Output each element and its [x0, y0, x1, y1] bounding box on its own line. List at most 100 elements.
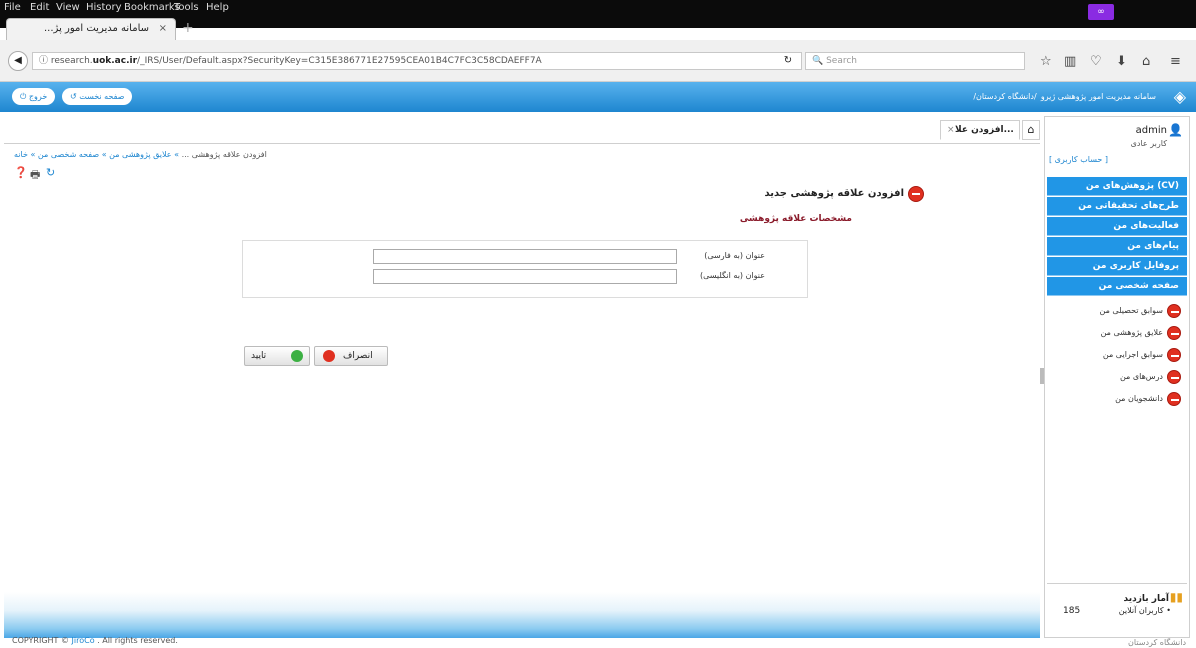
library-icon[interactable]: ▥ [1064, 54, 1076, 69]
app-title-text: سامانه مدیریت امور پژوهشی ژیرو [1040, 92, 1156, 101]
sidebar: 👤 admin کاربر عادی [ حساب کاربری ] پژوهش… [1044, 116, 1190, 638]
user-role: کاربر عادی [1130, 139, 1167, 148]
sidebar-item-projects[interactable]: طرح‌های تحقیقاتی من [1047, 197, 1187, 216]
copyright: COPYRIGHT © JiroCo . All rights reserved… [12, 636, 178, 645]
star-icon[interactable]: ☆ [1040, 54, 1052, 69]
url-domain: uok.ac.ir [92, 56, 138, 66]
menu-view[interactable]: View [56, 2, 80, 13]
online-users-count: 185 [1063, 606, 1081, 616]
online-users-label: کاربران آنلاین • [1118, 606, 1171, 615]
remove-circle-icon [1167, 370, 1181, 384]
university-name: دانشگاه کردستان [1128, 638, 1186, 647]
home-label: صفحه نخست [79, 92, 125, 101]
title-fa-label: عنوان (به فارسی) [704, 251, 765, 260]
cancel-icon [323, 350, 335, 362]
breadcrumb-link-interests[interactable]: علایق پژوهشی من [109, 150, 171, 159]
browser-search-input[interactable]: 🔍 Search [805, 52, 1025, 70]
cancel-button[interactable]: انصراف [314, 346, 388, 366]
submenu-interests[interactable]: علایق پژوهشی من [1049, 323, 1185, 343]
confirm-label: تایید [251, 351, 267, 361]
check-icon [291, 350, 303, 362]
submenu-students[interactable]: دانشجویان من [1049, 389, 1185, 409]
home-tab-icon[interactable]: ⌂ [1022, 120, 1040, 140]
menu-bookmarks[interactable]: Bookmarks [124, 2, 180, 13]
profile-badge[interactable]: ∞ [1088, 4, 1114, 20]
copyright-text: COPYRIGHT © [12, 636, 72, 645]
submenu-courses[interactable]: درس‌های من [1049, 367, 1185, 387]
user-icon: 👤 [1168, 123, 1183, 137]
print-icon[interactable]: 🖶 [30, 166, 40, 185]
sidebar-item-personal-page[interactable]: صفحه شخصی من [1047, 277, 1187, 296]
breadcrumb: افزودن علاقه پژوهشی ... » علایق پژوهشی م… [14, 150, 267, 159]
home-icon[interactable]: ⌂ [1142, 54, 1150, 69]
home-page-button[interactable]: ↺ صفحه نخست [62, 88, 133, 105]
tab-close-icon[interactable]: × [159, 19, 167, 39]
breadcrumb-separator: » [101, 150, 107, 159]
url-prefix: research. [50, 56, 93, 66]
sidebar-item-profile[interactable]: پروفایل کاربری من [1047, 257, 1187, 276]
tab-add-interest-label: افزودن علا... [955, 125, 1014, 135]
menu-edit[interactable]: Edit [30, 2, 49, 13]
submenu-students-label: دانشجویان من [1115, 394, 1163, 403]
url-path: /_IRS/User/Default.aspx?SecurityKey=C315… [137, 56, 542, 66]
app-logo-icon: ◈ [1173, 87, 1186, 106]
new-tab-button[interactable]: + [182, 20, 194, 36]
remove-circle-icon [1167, 348, 1181, 362]
footer: COPYRIGHT © JiroCo . All rights reserved… [0, 636, 1196, 648]
search-placeholder: Search [826, 56, 857, 66]
download-icon[interactable]: ⬇ [1116, 54, 1127, 69]
close-icon[interactable]: × [947, 121, 955, 139]
tab-add-interest[interactable]: × افزودن علا... [940, 120, 1020, 140]
section-title: مشخصات علاقه پژوهشی [739, 214, 852, 224]
confirm-button[interactable]: تایید [244, 346, 310, 366]
hamburger-menu-icon[interactable]: ≡ [1170, 54, 1181, 69]
exit-button[interactable]: ⏻ خروج [12, 88, 56, 105]
breadcrumb-link-home[interactable]: خانه [14, 150, 28, 159]
title-en-label: عنوان (به انگلیسی) [700, 271, 765, 280]
exit-label: خروج [28, 92, 48, 101]
form-title: افزودن علاقه پژوهشی جدید [764, 188, 905, 199]
user-panel: 👤 admin کاربر عادی [ حساب کاربری ] [1045, 117, 1189, 171]
sidebar-item-research-cv[interactable]: پژوهش‌های من (CV) [1047, 177, 1187, 196]
help-icon[interactable]: ❓ [14, 166, 28, 179]
url-bar[interactable]: ⓘ research.uok.ac.ir/_IRS/User/Default.a… [32, 52, 802, 70]
title-en-input[interactable] [373, 269, 677, 284]
menu-file[interactable]: File [4, 2, 21, 13]
submenu-education[interactable]: سوابق تحصیلی من [1049, 301, 1185, 321]
breadcrumb-separator: » [174, 150, 180, 159]
refresh-icon[interactable]: ↻ [46, 166, 55, 179]
submenu-executive[interactable]: سوابق اجرایی من [1049, 345, 1185, 365]
submenu-courses-label: درس‌های من [1119, 372, 1163, 381]
browser-tab[interactable]: ...سامانه مدیریت امور پژ × [6, 18, 176, 40]
main-content: × افزودن علا... ⌂ افزودن علاقه پژوهشی ..… [4, 116, 1040, 638]
breadcrumb-current: افزودن علاقه پژوهشی ... [181, 150, 267, 159]
reload-icon[interactable]: ↻ [776, 52, 800, 70]
stats-title: آمار بازدید [1123, 594, 1170, 604]
browser-menubar: File Edit View History Bookmarks Tools H… [0, 0, 1196, 28]
content-tabstrip [4, 120, 1040, 144]
back-arrow-icon[interactable]: ◀ [8, 51, 28, 71]
browser-navbar: ◀ ⓘ research.uok.ac.ir/_IRS/User/Default… [0, 40, 1196, 82]
bar-chart-icon: ▮▮ [1169, 590, 1183, 604]
sidebar-item-activities[interactable]: فعالیت‌های من [1047, 217, 1187, 236]
decorative-wave [4, 592, 1040, 638]
sidebar-item-messages[interactable]: پیام‌های من [1047, 237, 1187, 256]
menu-tools[interactable]: Tools [174, 2, 199, 13]
pocket-icon[interactable]: ♡ [1090, 54, 1102, 69]
menu-help[interactable]: Help [206, 2, 229, 13]
remove-circle-icon [1167, 304, 1181, 318]
submenu-executive-label: سوابق اجرایی من [1102, 350, 1163, 359]
app-title: سامانه مدیریت امور پژوهشی ژیرو /دانشگاه … [973, 88, 1156, 102]
submenu-interests-label: علایق پژوهشی من [1100, 328, 1163, 337]
brand-link[interactable]: JiroCo [72, 636, 95, 645]
menu-history[interactable]: History [86, 2, 122, 13]
username: admin [1135, 125, 1167, 136]
account-link[interactable]: [ حساب کاربری ] [1049, 155, 1108, 164]
title-fa-input[interactable] [373, 249, 677, 264]
remove-circle-icon [1167, 326, 1181, 340]
breadcrumb-link-personal[interactable]: صفحه شخصی من [38, 150, 99, 159]
browser-tab-title: ...سامانه مدیریت امور پژ [44, 23, 149, 34]
visit-stats: ▮▮ آمار بازدید کاربران آنلاین • 185 [1047, 583, 1187, 635]
submenu-education-label: سوابق تحصیلی من [1099, 306, 1163, 315]
breadcrumb-separator: » [30, 150, 36, 159]
